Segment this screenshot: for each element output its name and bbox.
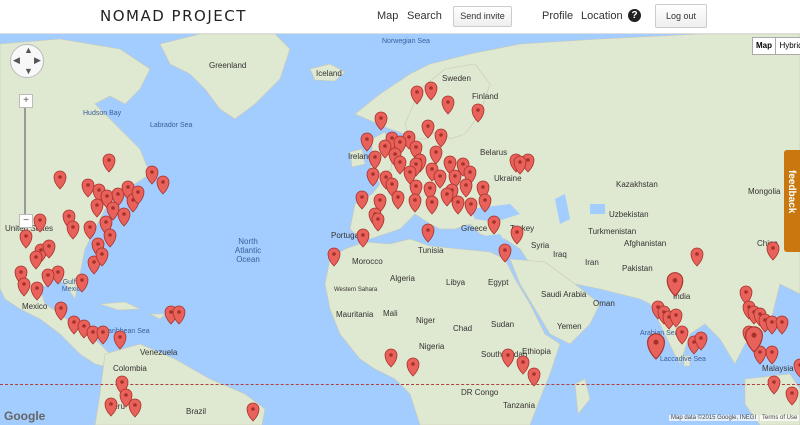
top-navbar: NOMAD PROJECT Map Search Send invite Pro… (0, 0, 800, 34)
location-pin-icon[interactable] (156, 175, 170, 195)
map-attribution: Map data ©2015 Google, INEGI (669, 415, 759, 421)
location-pin-icon[interactable] (510, 225, 524, 245)
location-pin-icon[interactable] (765, 345, 779, 365)
location-pin-icon[interactable] (498, 243, 512, 263)
location-pin-icon[interactable] (19, 229, 33, 249)
pan-control[interactable]: ▲ ▼ ◀ ▶ (10, 44, 44, 78)
location-pin-icon[interactable] (104, 397, 118, 417)
map-type-hybrid-button[interactable]: Hybrid (775, 37, 800, 55)
location-pin-icon[interactable] (425, 195, 439, 215)
pan-down-icon[interactable]: ▼ (24, 66, 33, 76)
send-invite-button[interactable]: Send invite (453, 6, 512, 27)
pan-up-icon[interactable]: ▲ (24, 45, 33, 55)
map-type-map-button[interactable]: Map (752, 37, 776, 55)
pan-right-icon[interactable]: ▶ (34, 55, 41, 66)
zoom-in-button[interactable]: + (19, 94, 33, 108)
help-icon[interactable]: ? (628, 9, 641, 22)
location-pin-icon[interactable] (374, 111, 388, 131)
nav-search-link[interactable]: Search (407, 10, 442, 22)
location-pin-icon[interactable] (53, 170, 67, 190)
location-pin-icon[interactable] (421, 119, 435, 139)
map-pins-layer (14, 81, 800, 422)
feedback-label: feedback (786, 170, 797, 214)
nav-profile-link[interactable]: Profile (542, 10, 573, 22)
location-pin-icon[interactable] (368, 150, 382, 170)
location-pin-icon[interactable] (83, 220, 97, 240)
location-pin-icon[interactable] (29, 250, 43, 270)
location-pin-icon[interactable] (172, 305, 186, 325)
location-pin-icon[interactable] (410, 85, 424, 105)
location-pin-icon[interactable] (30, 281, 44, 301)
location-pin-icon[interactable] (384, 348, 398, 368)
location-pin-icon[interactable] (117, 207, 131, 227)
location-pin-icon[interactable] (424, 81, 438, 101)
location-pin-icon[interactable] (41, 268, 55, 288)
location-pin-icon[interactable] (793, 358, 800, 378)
nav-map-link[interactable]: Map (377, 10, 398, 22)
location-pin-icon[interactable] (366, 167, 380, 187)
location-pin-icon[interactable] (90, 198, 104, 218)
location-pin-icon[interactable] (75, 273, 89, 293)
location-pin-icon[interactable] (516, 355, 530, 375)
location-pin-icon[interactable] (690, 247, 704, 267)
location-pin-icon[interactable] (246, 402, 260, 422)
location-pin-icon[interactable] (103, 228, 117, 248)
location-pin-icon[interactable] (478, 193, 492, 213)
location-pin-icon[interactable] (434, 128, 448, 148)
location-pin-icon[interactable] (113, 330, 127, 350)
google-logo: Google (4, 409, 46, 423)
pan-left-icon[interactable]: ◀ (13, 55, 20, 66)
location-pin-icon[interactable] (766, 241, 780, 261)
location-pin-icon[interactable] (429, 145, 443, 165)
location-pin-icon[interactable] (675, 325, 689, 345)
location-pin-icon[interactable] (54, 301, 68, 321)
location-pin-icon[interactable] (471, 103, 485, 123)
logout-button[interactable]: Log out (655, 4, 707, 28)
location-pin-icon[interactable] (406, 357, 420, 377)
location-pin-icon[interactable] (408, 193, 422, 213)
location-pin-icon[interactable] (527, 367, 541, 387)
world-map[interactable]: Greenland Iceland Sweden Finland Norwegi… (0, 34, 800, 425)
location-pin-icon[interactable] (501, 348, 515, 368)
location-pin-icon[interactable] (66, 220, 80, 240)
location-pin-icon[interactable] (17, 277, 31, 297)
location-pin-icon[interactable] (464, 197, 478, 217)
location-pin-icon[interactable] (391, 190, 405, 210)
location-pin-icon[interactable] (371, 212, 385, 232)
location-pin-icon[interactable] (421, 223, 435, 243)
location-pin-icon[interactable] (128, 398, 142, 418)
location-pin-icon[interactable] (441, 95, 455, 115)
location-pin-icon[interactable] (360, 132, 374, 152)
location-pin-icon[interactable] (775, 315, 789, 335)
location-pin-icon[interactable] (646, 333, 666, 360)
location-pin-icon[interactable] (767, 375, 781, 395)
location-pin-icon[interactable] (145, 165, 159, 185)
brand-logo[interactable]: NOMAD PROJECT (100, 7, 247, 25)
location-pin-icon[interactable] (355, 190, 369, 210)
location-pin-icon[interactable] (785, 386, 799, 406)
location-pin-icon[interactable] (102, 153, 116, 173)
location-pin-icon[interactable] (356, 228, 370, 248)
location-pin-icon[interactable] (96, 325, 110, 345)
location-pin-icon[interactable] (440, 187, 454, 207)
feedback-tab[interactable]: feedback (784, 150, 800, 252)
location-pin-icon[interactable] (459, 178, 473, 198)
location-pin-icon[interactable] (487, 215, 501, 235)
location-pin-icon[interactable] (81, 178, 95, 198)
zoom-slider-track[interactable] (24, 108, 26, 216)
location-pin-icon[interactable] (451, 195, 465, 215)
location-pin-icon[interactable] (33, 213, 47, 233)
zoom-out-button[interactable]: − (19, 214, 33, 228)
terms-of-use-link[interactable]: Terms of Use (760, 415, 800, 421)
location-pin-icon[interactable] (666, 271, 684, 297)
nav-location-link[interactable]: Location (581, 10, 623, 22)
location-pin-icon[interactable] (327, 247, 341, 267)
